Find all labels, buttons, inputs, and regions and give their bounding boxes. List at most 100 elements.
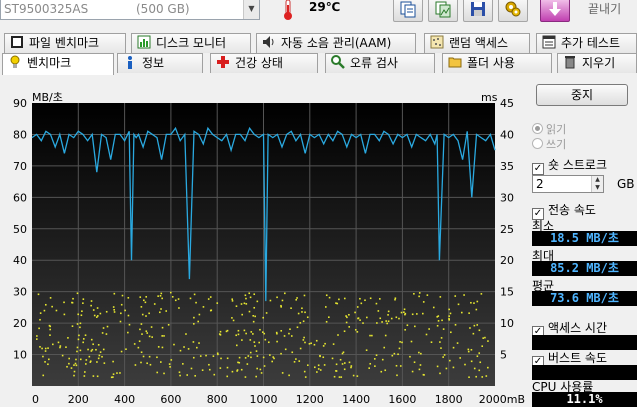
access-time-point bbox=[324, 342, 326, 345]
access-time-point bbox=[39, 318, 41, 321]
copy-image-button[interactable] bbox=[428, 0, 458, 22]
access-time-point bbox=[399, 341, 401, 343]
access-time-point bbox=[174, 299, 177, 302]
drive-name: ST9500325AS bbox=[4, 2, 89, 16]
access-time-point bbox=[485, 375, 488, 377]
access-time-point bbox=[463, 294, 465, 296]
access-time-point bbox=[120, 312, 122, 315]
tab-error-scan[interactable]: 오류 검사 bbox=[325, 53, 435, 73]
access-time-point bbox=[373, 358, 376, 360]
access-time-point bbox=[449, 359, 451, 362]
access-time-point bbox=[484, 336, 486, 339]
access-time-point bbox=[348, 326, 351, 328]
save-button[interactable] bbox=[463, 0, 493, 22]
tab-erase[interactable]: 지우기 bbox=[557, 53, 637, 73]
access-time-point bbox=[157, 346, 160, 348]
access-time-point bbox=[365, 349, 368, 352]
y-left-tick-label: 90 bbox=[13, 97, 27, 110]
access-time-point bbox=[243, 302, 246, 305]
chevron-down-icon[interactable]: ▼ bbox=[243, 0, 259, 19]
access-time-point bbox=[245, 332, 247, 335]
download-button[interactable] bbox=[540, 0, 570, 22]
exit-button[interactable]: 끝내기 bbox=[588, 0, 621, 17]
y-right-tick-label: 10 bbox=[500, 317, 514, 330]
access-time-point bbox=[283, 335, 286, 337]
copy-text-button[interactable] bbox=[393, 0, 423, 22]
radio-indicator bbox=[532, 138, 543, 149]
access-time-point bbox=[308, 342, 311, 345]
access-time-point bbox=[186, 374, 189, 376]
access-time-point bbox=[171, 296, 174, 298]
access-time-point bbox=[246, 363, 249, 365]
access-time-point bbox=[356, 375, 359, 377]
copy-text-icon bbox=[400, 1, 416, 18]
access-time-point bbox=[82, 298, 85, 300]
read-radio[interactable]: 읽기 bbox=[532, 121, 566, 137]
access-time-point bbox=[342, 351, 345, 354]
access-time-point bbox=[226, 366, 229, 369]
access-time-point bbox=[341, 363, 344, 365]
access-time-point bbox=[262, 356, 265, 359]
access-time-point bbox=[59, 345, 62, 347]
access-time-point bbox=[71, 301, 73, 304]
access-time-point bbox=[201, 369, 204, 371]
access-time-point bbox=[422, 301, 425, 303]
access-time-point bbox=[255, 375, 257, 378]
access-time-point bbox=[90, 304, 92, 307]
access-time-point bbox=[410, 340, 413, 343]
access-time-point bbox=[276, 332, 278, 335]
access-time-point bbox=[219, 330, 222, 333]
tab-random-access[interactable]: 랜덤 액세스 bbox=[424, 33, 530, 53]
access-time-point bbox=[125, 348, 127, 351]
short-stroke-input[interactable]: 2 ▲ ▼ bbox=[532, 175, 604, 193]
access-time-point bbox=[196, 346, 198, 349]
spinner-arrows-icon[interactable]: ▲ ▼ bbox=[591, 176, 603, 192]
access-time-point bbox=[328, 296, 331, 299]
access-time-point bbox=[187, 348, 190, 350]
access-time-point bbox=[140, 323, 143, 325]
access-time-point bbox=[481, 345, 484, 347]
access-time-point bbox=[313, 343, 316, 346]
access-time-point bbox=[380, 370, 383, 373]
tab-extra-tests[interactable]: 추가 테스트 bbox=[536, 33, 637, 53]
access-time-point bbox=[151, 336, 153, 338]
toolbar: ST9500325AS (500 GB) ▼ 29℃ 끝내기 bbox=[0, 0, 637, 26]
temperature-value: 29℃ bbox=[309, 0, 341, 14]
access-time-point bbox=[436, 365, 439, 368]
y-right-tick-label: 25 bbox=[500, 223, 514, 236]
access-time-label: 액세스 시간 bbox=[548, 321, 608, 335]
access-time-point bbox=[74, 362, 77, 365]
access-time-point bbox=[375, 354, 378, 357]
access-time-point bbox=[139, 296, 142, 298]
access-time-point bbox=[442, 356, 444, 358]
access-time-point bbox=[247, 355, 250, 357]
access-time-point bbox=[98, 354, 101, 357]
tab-health[interactable]: 건강 상태 bbox=[210, 53, 318, 73]
access-time-point bbox=[267, 341, 270, 344]
access-time-point bbox=[235, 305, 238, 307]
stop-button[interactable]: 중지 bbox=[536, 84, 628, 106]
access-time-point bbox=[85, 359, 88, 361]
x-tick-label: 600 bbox=[160, 393, 181, 406]
tab-aam[interactable]: 자동 소음 관리(AAM) bbox=[256, 33, 416, 53]
tab-file-benchmark[interactable]: 파일 벤치마크 bbox=[4, 33, 126, 53]
short-stroke-checkbox[interactable]: ✓ 숏 스트로크 bbox=[532, 156, 607, 175]
tab-disk-monitor[interactable]: 디스크 모니터 bbox=[131, 33, 251, 53]
options-button[interactable] bbox=[498, 0, 528, 22]
tab-label: 자동 소음 관리(AAM) bbox=[281, 36, 392, 50]
tab-info[interactable]: 정보 bbox=[117, 53, 203, 73]
access-time-point bbox=[343, 330, 346, 333]
access-time-point bbox=[160, 308, 162, 310]
tab-folder-usage[interactable]: 폴더 사용 bbox=[442, 53, 552, 73]
access-time-point bbox=[168, 363, 171, 365]
access-time-point bbox=[202, 306, 205, 308]
access-time-point bbox=[120, 350, 123, 353]
access-time-point bbox=[281, 372, 284, 374]
cpu-value: 11.1% bbox=[532, 392, 637, 407]
folder-usage-icon bbox=[448, 57, 462, 68]
tab-benchmark[interactable]: 벤치마크 bbox=[2, 53, 114, 75]
access-time-point bbox=[376, 322, 378, 324]
drive-select[interactable]: ST9500325AS (500 GB) ▼ bbox=[0, 0, 260, 20]
write-radio[interactable]: 쓰기 bbox=[532, 136, 566, 152]
access-time-point bbox=[179, 349, 182, 352]
